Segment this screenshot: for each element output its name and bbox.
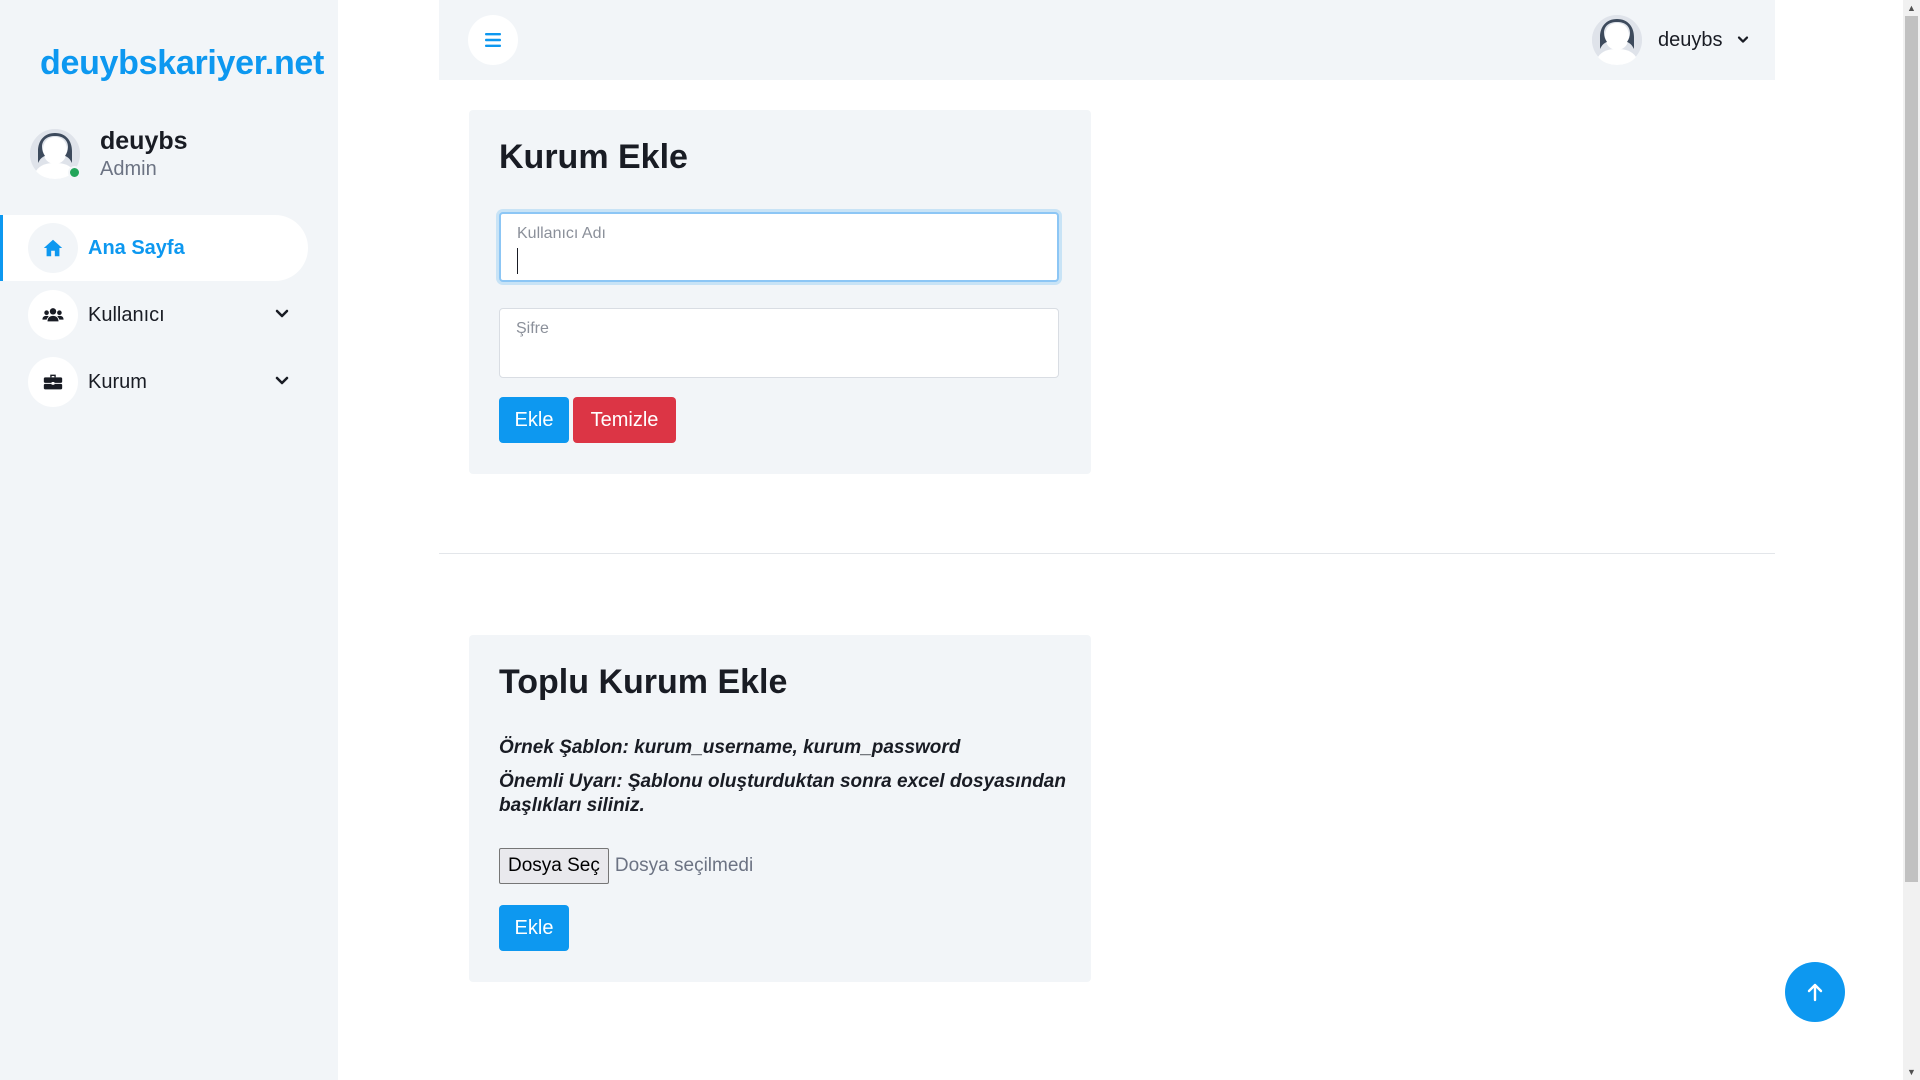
user-avatar-icon — [1592, 15, 1642, 65]
clear-button[interactable]: Temizle — [573, 397, 676, 443]
choose-file-button[interactable]: Dosya Seç — [499, 848, 609, 884]
topbar: deuybs — [439, 0, 1775, 80]
password-field[interactable]: Şifre — [499, 308, 1059, 378]
add-button[interactable]: Ekle — [499, 397, 569, 443]
scroll-down-arrow-icon[interactable]: ▼ — [1903, 1064, 1920, 1080]
file-input[interactable]: Dosya Seç Dosya seçilmedi — [499, 848, 753, 884]
back-to-top-button[interactable] — [1785, 962, 1845, 1022]
scrollbar-thumb[interactable] — [1905, 16, 1918, 882]
profile-role: Admin — [100, 158, 157, 180]
sidebar-nav: Ana Sayfa Kullanıcı Kurum — [0, 215, 338, 416]
brand-logo-text[interactable]: deuybskariyer.net — [40, 44, 324, 83]
template-note: Örnek Şablon: kurum_username, kurum_pass… — [499, 737, 961, 758]
bulk-add-button[interactable]: Ekle — [499, 905, 569, 951]
sidebar-item-label: Kurum — [88, 370, 147, 393]
card-title: Kurum Ekle — [499, 138, 688, 176]
file-status-text: Dosya seçilmedi — [614, 855, 754, 876]
arrow-up-icon — [1807, 983, 1823, 1002]
home-icon — [28, 223, 78, 273]
profile-name: deuybs — [100, 127, 188, 155]
sidebar-item-kurum[interactable]: Kurum — [0, 349, 338, 415]
chevron-down-icon[interactable] — [272, 304, 292, 324]
chevron-down-icon[interactable] — [272, 371, 292, 391]
warning-note: Önemli Uyarı: Şablonu oluşturduktan sonr… — [499, 771, 1066, 816]
section-divider — [439, 553, 1775, 554]
user-menu[interactable]: deuybs — [1592, 15, 1751, 65]
password-floating-label: Şifre — [516, 320, 549, 337]
vertical-scrollbar[interactable]: ▲ ▼ — [1903, 0, 1920, 1080]
username-floating-label: Kullanıcı Adı — [517, 225, 606, 242]
users-icon — [28, 290, 78, 340]
menu-toggle-button[interactable] — [468, 15, 518, 65]
user-menu-name: deuybs — [1658, 28, 1723, 51]
scroll-up-arrow-icon[interactable]: ▲ — [1903, 0, 1920, 16]
sidebar: deuybskariyer.net deuybs Admin Ana Sayfa — [0, 0, 338, 1080]
avatar — [1592, 15, 1642, 65]
toplu-kurum-ekle-card: Toplu Kurum Ekle Örnek Şablon: kurum_use… — [469, 635, 1091, 982]
page-gutter — [338, 0, 439, 1080]
sidebar-item-label: Ana Sayfa — [88, 236, 185, 259]
main-content: Kurum Ekle Kullanıcı Adı Şifre Ekle Temi… — [439, 80, 1775, 1080]
text-caret — [517, 248, 518, 274]
sidebar-item-kullanici[interactable]: Kullanıcı — [0, 282, 338, 348]
avatar — [30, 129, 81, 179]
card-title: Toplu Kurum Ekle — [499, 663, 788, 701]
sidebar-item-ana-sayfa[interactable]: Ana Sayfa — [0, 215, 308, 281]
kurum-ekle-card: Kurum Ekle Kullanıcı Adı Şifre Ekle Temi… — [469, 110, 1091, 474]
briefcase-icon — [28, 357, 78, 407]
sidebar-item-label: Kullanıcı — [88, 303, 165, 326]
sidebar-profile: deuybs Admin — [30, 126, 188, 182]
username-field[interactable]: Kullanıcı Adı — [499, 212, 1059, 282]
hamburger-icon — [485, 33, 501, 47]
chevron-down-icon — [1737, 36, 1748, 43]
online-status-dot — [68, 166, 81, 179]
